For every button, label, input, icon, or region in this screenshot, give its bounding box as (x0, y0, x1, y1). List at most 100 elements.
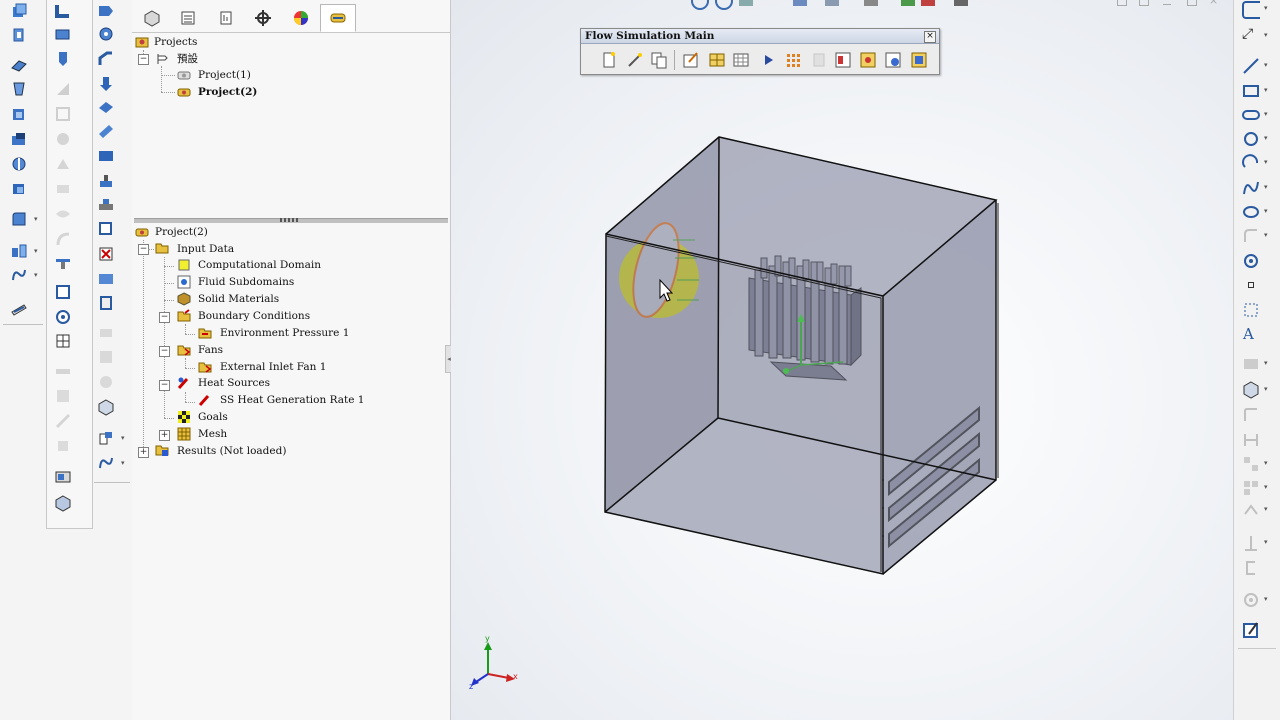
electronics-enclosure-model[interactable] (451, 0, 1233, 720)
project1-label[interactable]: Project(1) (198, 67, 251, 83)
offset-entities-icon[interactable] (1241, 430, 1261, 453)
weld-bead-icon[interactable] (97, 122, 115, 140)
move-entities-icon[interactable] (1241, 478, 1261, 501)
solid-materials-label[interactable]: Solid Materials (198, 291, 279, 307)
insert-bends-icon[interactable] (54, 437, 72, 455)
boundary-icon[interactable] (10, 106, 28, 124)
closed-corner-icon[interactable] (54, 205, 72, 223)
sweep-icon[interactable] (10, 56, 28, 74)
graphics-area[interactable]: × y x z (451, 0, 1233, 720)
tab-dimxpert[interactable] (245, 4, 281, 32)
clone-project-icon[interactable] (649, 50, 669, 70)
point-icon[interactable] (1248, 282, 1254, 288)
tab-propertymanager[interactable] (170, 4, 206, 32)
display-relations-icon[interactable] (1241, 500, 1261, 523)
mirror-entities-icon[interactable] (1241, 354, 1261, 377)
cut-revolve-icon[interactable] (10, 155, 28, 173)
results-toggle[interactable]: + (138, 447, 149, 458)
rectangle-icon[interactable] (1241, 81, 1261, 104)
fans-label[interactable]: Fans (198, 342, 223, 358)
results-summary-icon[interactable] (909, 50, 929, 70)
environment-pressure-label[interactable]: Environment Pressure 1 (220, 325, 349, 341)
mesh-label[interactable]: Mesh (198, 426, 227, 442)
linear-sketch-pattern-icon[interactable] (1241, 454, 1261, 477)
run-icon[interactable] (758, 50, 778, 70)
convert-entities-icon[interactable] (1241, 405, 1261, 428)
cut-extrude-icon[interactable] (10, 130, 28, 148)
loft-icon[interactable] (10, 80, 28, 98)
reference-geometry-icon[interactable] (97, 429, 115, 447)
ss-heat-generation-label[interactable]: SS Heat Generation Rate 1 (220, 392, 364, 408)
indent-icon[interactable] (97, 373, 115, 391)
close-button[interactable]: × (924, 31, 936, 43)
load-results-icon[interactable] (833, 50, 853, 70)
project2-root-label[interactable]: Project(2) (155, 224, 208, 240)
computational-domain-label[interactable]: Computational Domain (198, 257, 321, 273)
surface-plot-icon[interactable] (809, 50, 829, 70)
flatten-icon[interactable] (54, 362, 72, 380)
solid-body-icon[interactable] (97, 147, 115, 165)
input-data-label[interactable]: Input Data (177, 241, 234, 257)
gusset-icon[interactable] (97, 98, 115, 116)
structural-member-icon[interactable] (97, 25, 115, 43)
external-inlet-fan-label[interactable]: External Inlet Fan 1 (220, 359, 326, 375)
fillet-icon[interactable] (10, 210, 28, 228)
centerline-icon[interactable] (1241, 300, 1261, 323)
extrude-icon[interactable] (10, 2, 28, 20)
heat-sources-toggle[interactable]: − (159, 380, 170, 391)
wizard-icon[interactable] (625, 50, 645, 70)
extruded-boss-icon[interactable] (97, 172, 115, 190)
goals-label[interactable]: Goals (198, 409, 228, 425)
boundary-conditions-toggle[interactable]: − (159, 312, 170, 323)
toolbar-title[interactable]: Flow Simulation Main (581, 29, 939, 44)
combine-icon[interactable] (97, 348, 115, 366)
hem-icon[interactable] (54, 105, 72, 123)
smart-dimension-icon[interactable] (1242, 1, 1260, 19)
unfold-icon[interactable] (54, 308, 72, 326)
flow-trajectories-icon[interactable] (858, 50, 878, 70)
corner-relief-icon[interactable] (54, 494, 72, 512)
line-icon[interactable] (1241, 56, 1261, 79)
trim-extend-icon[interactable] (97, 50, 115, 68)
flex-icon[interactable] (97, 398, 115, 416)
cut-list-icon[interactable] (97, 196, 115, 214)
curves-icon[interactable] (10, 266, 28, 284)
wrap-icon[interactable] (97, 220, 115, 238)
jog-icon[interactable] (54, 130, 72, 148)
mesh-toggle[interactable]: + (159, 430, 170, 441)
computational-domain-icon[interactable] (707, 50, 727, 70)
goal-plot-icon[interactable] (883, 50, 903, 70)
fans-toggle[interactable]: − (159, 346, 170, 357)
curves-3d-icon[interactable] (97, 454, 115, 472)
sheetmetal-gusset-icon[interactable] (54, 468, 72, 486)
config-collapse-toggle[interactable]: − (138, 54, 149, 65)
boundary-conditions-label[interactable]: Boundary Conditions (198, 308, 310, 324)
miter-flange-icon[interactable] (54, 80, 72, 98)
split-icon[interactable] (97, 270, 115, 288)
quick-snaps-icon[interactable] (1241, 590, 1261, 613)
move-copy-icon[interactable] (97, 294, 115, 312)
results-label[interactable]: Results (Not loaded) (177, 443, 286, 459)
rip-icon[interactable] (54, 412, 72, 430)
spline-icon[interactable] (1241, 178, 1261, 201)
delete-body-icon[interactable] (97, 324, 115, 342)
instant3d-icon[interactable] (10, 300, 28, 318)
polygon-icon[interactable] (1241, 251, 1261, 274)
weldment-icon[interactable] (97, 2, 115, 20)
revolve-icon[interactable] (10, 26, 28, 44)
edge-flange-icon[interactable] (54, 50, 72, 68)
cut-plot-icon[interactable] (783, 50, 803, 70)
fluid-subdomains-label[interactable]: Fluid Subdomains (198, 274, 294, 290)
new-project-icon[interactable] (599, 50, 619, 70)
convert-sheetmetal-icon[interactable] (54, 26, 72, 44)
intersect-icon[interactable] (97, 245, 115, 263)
tab-displaymanager[interactable] (283, 4, 319, 32)
repair-sketch-icon[interactable] (1241, 558, 1261, 581)
vent-icon[interactable] (54, 283, 72, 301)
no-bends-icon[interactable] (54, 387, 72, 405)
sketch-icon[interactable]: ⤢ (1242, 26, 1260, 42)
sketched-bend-icon[interactable] (54, 155, 72, 173)
arc-icon[interactable] (1241, 153, 1261, 176)
cross-break-icon[interactable] (54, 180, 72, 198)
tab-configurationmanager[interactable] (208, 4, 244, 32)
